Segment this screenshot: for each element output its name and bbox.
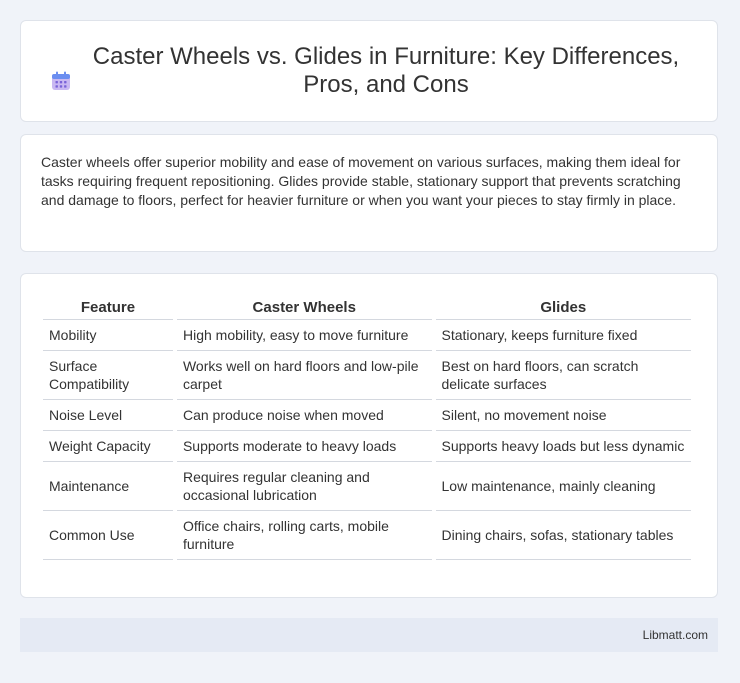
- summary-card: Caster wheels offer superior mobility an…: [20, 134, 718, 252]
- caster-cell: Office chairs, rolling carts, mobile fur…: [176, 511, 432, 560]
- header-caster-wheels: Caster Wheels: [176, 294, 432, 320]
- header-glides: Glides: [435, 294, 691, 320]
- glides-cell: Dining chairs, sofas, stationary tables: [435, 511, 691, 560]
- table-row: Weight Capacity Supports moderate to hea…: [43, 431, 691, 462]
- feature-cell: Common Use: [43, 511, 173, 560]
- feature-cell: Mobility: [43, 320, 173, 351]
- comparison-table: Feature Caster Wheels Glides Mobility Hi…: [39, 294, 695, 560]
- title-wrap: Caster Wheels vs. Glides in Furniture: K…: [49, 43, 689, 99]
- glides-cell: Supports heavy loads but less dynamic: [435, 431, 691, 462]
- feature-cell: Noise Level: [43, 400, 173, 431]
- feature-cell: Surface Compatibility: [43, 351, 173, 400]
- caster-cell: Works well on hard floors and low-pile c…: [176, 351, 432, 400]
- glides-cell: Stationary, keeps furniture fixed: [435, 320, 691, 351]
- feature-cell: Maintenance: [43, 462, 173, 511]
- calendar-icon: [52, 71, 70, 90]
- table-row: Mobility High mobility, easy to move fur…: [43, 320, 691, 351]
- comparison-table-card: Feature Caster Wheels Glides Mobility Hi…: [20, 273, 718, 598]
- page-title: Caster Wheels vs. Glides in Furniture: K…: [92, 43, 680, 98]
- caster-cell: Requires regular cleaning and occasional…: [176, 462, 432, 511]
- table-row: Noise Level Can produce noise when moved…: [43, 400, 691, 431]
- footer-brand[interactable]: Libmatt.com: [643, 628, 708, 642]
- feature-cell: Weight Capacity: [43, 431, 173, 462]
- caster-cell: High mobility, easy to move furniture: [176, 320, 432, 351]
- glides-cell: Low maintenance, mainly cleaning: [435, 462, 691, 511]
- caster-cell: Supports moderate to heavy loads: [176, 431, 432, 462]
- header-feature: Feature: [43, 294, 173, 320]
- glides-cell: Silent, no movement noise: [435, 400, 691, 431]
- table-header-row: Feature Caster Wheels Glides: [43, 294, 691, 320]
- table-row: Maintenance Requires regular cleaning an…: [43, 462, 691, 511]
- glides-cell: Best on hard floors, can scratch delicat…: [435, 351, 691, 400]
- caster-cell: Can produce noise when moved: [176, 400, 432, 431]
- summary-text: Caster wheels offer superior mobility an…: [41, 154, 681, 208]
- footer: Libmatt.com: [20, 618, 718, 652]
- title-card: Caster Wheels vs. Glides in Furniture: K…: [20, 20, 718, 122]
- table-row: Common Use Office chairs, rolling carts,…: [43, 511, 691, 560]
- table-row: Surface Compatibility Works well on hard…: [43, 351, 691, 400]
